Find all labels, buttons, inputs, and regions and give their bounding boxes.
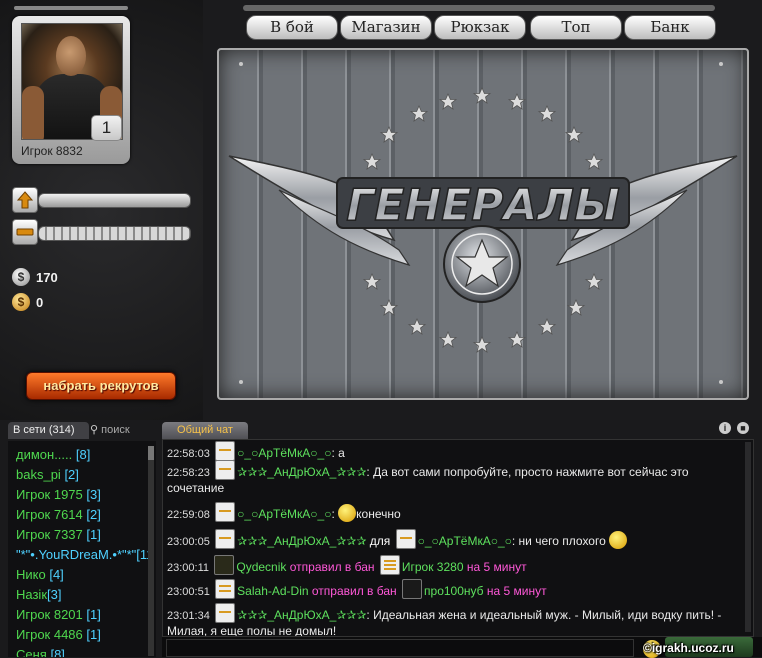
avatar-arm-left [22,86,44,139]
rank-icon [215,502,236,522]
chat-scrollbar[interactable] [745,442,751,632]
gold-amount: 0 [36,295,44,310]
online-list: димон..... [8] baks_pi [2] Игрок 1975 [3… [8,441,156,657]
chat-message: 22:59:08 ○_○АрТёМкА○_○: конечно [167,502,739,523]
online-user[interactable]: Нико [4] [16,567,64,582]
chat-input[interactable] [166,639,634,657]
rank-stars-icon [214,555,235,575]
experience-bar [38,193,191,208]
experience-arrow-icon [12,187,38,213]
nav-bank-button[interactable]: Банк [624,15,716,40]
chat-nick[interactable]: про100нуб [424,584,484,598]
online-user[interactable]: baks_pi [2] [16,467,79,482]
online-user[interactable]: Игрок 8201 [1] [16,607,101,622]
rank-icon [215,460,236,480]
rank-icon [215,603,236,623]
chat-message: 23:01:34 ✰✰✰_АнДрЮхА_✰✰✰: Идеальная жена… [167,603,739,636]
banner-logo-text: ГЕНЕРАЛЫ [346,180,619,231]
online-list-scroll-thumb[interactable] [148,446,154,460]
online-search[interactable]: ⚲ поиск [90,422,130,439]
online-tab[interactable]: В сети (314) [8,422,89,439]
chat-log: 22:58:03 ○_○АрТёМкА○_○: а 22:58:23 ✰✰✰_А… [162,439,754,637]
smiley-icon [609,531,628,549]
generals-logo: ГЕНЕРАЛЫ [228,87,738,353]
chat-nick[interactable]: Qydecnik [236,560,286,574]
energy-icon [12,219,38,245]
player-name: Игрок 8832 [21,144,83,158]
close-icon[interactable]: ■ [737,422,749,434]
chat-nick[interactable]: ○_○АрТёМкА○_○ [237,507,331,521]
watermark: ©igrakh.ucoz.ru [643,641,734,655]
nav-top-button[interactable]: Топ [530,15,622,40]
avatar-head [56,36,86,76]
chat-nick[interactable]: Игрок 3280 [402,560,464,574]
nav-backpack-button[interactable]: Рюкзак [434,15,526,40]
energy-bar [38,226,191,241]
rank-icon [215,529,236,549]
recruit-button[interactable]: набрать рекрутов [26,372,176,400]
online-user[interactable]: "*"•.YouRDreaM.•*"*"[11 [16,547,153,562]
rank-icon [379,555,400,575]
chat-message: 22:58:03 ○_○АрТёМкА○_○: а [167,441,739,462]
silver-amount: 170 [36,270,58,285]
online-user[interactable]: Игрок 1975 [3] [16,487,101,502]
online-user[interactable]: Игрок 4486 [1] [16,627,101,642]
nav-shop-button[interactable]: Магазин [340,15,432,40]
chat-message: 23:00:05 ✰✰✰_АнДрЮхА_✰✰✰ для ○_○АрТёМкА○… [167,529,739,550]
online-user[interactable]: Сеня [8] [16,647,65,657]
chat-nick[interactable]: ○_○АрТёМкА○_○ [418,534,512,548]
nav-battle-button[interactable]: В бой [246,15,338,40]
smiley-icon [338,504,357,522]
chat-nick[interactable]: ○_○АрТёМкА○_○ [237,446,331,460]
chat-nick[interactable]: ✰✰✰_АнДрЮхА_✰✰✰ [237,608,366,622]
rank-icon [215,441,236,461]
gold-coin-icon: $ [12,293,30,311]
online-user[interactable]: Игрок 7337 [1] [16,527,101,542]
search-icon: ⚲ [90,424,99,436]
rank-icon [215,579,236,599]
online-user[interactable]: Игрок 7614 [2] [16,507,101,522]
info-icon[interactable]: i [719,422,731,434]
chat-message: 22:58:23 ✰✰✰_АнДрЮхА_✰✰✰: Да вот сами по… [167,460,739,496]
level-badge: 1 [91,115,122,141]
search-label: поиск [101,424,130,436]
silver-coin-icon: $ [12,268,30,286]
online-user[interactable]: Назік[3] [16,587,61,602]
tab-general-chat[interactable]: Общий чат [162,422,248,439]
online-list-scrollbar[interactable] [148,446,154,656]
rank-icon [395,529,416,549]
chat-nick[interactable]: ✰✰✰_АнДрЮхА_✰✰✰ [237,465,366,479]
nav-top-line [243,5,715,11]
panel-top-line [14,6,128,10]
chat-message: 23:00:51 Salah-Ad-Din отправил в бан про… [167,579,739,600]
chat-nick[interactable]: Salah-Ad-Din [237,584,308,598]
online-user[interactable]: димон..... [8] [16,447,90,462]
rank-star-icon [402,579,423,599]
chat-nick[interactable]: ✰✰✰_АнДрЮхА_✰✰✰ [237,534,366,548]
game-banner: ГЕНЕРАЛЫ [217,48,749,400]
chat-message: 23:00:11 Qydecnik отправил в бан Игрок 3… [167,555,739,576]
